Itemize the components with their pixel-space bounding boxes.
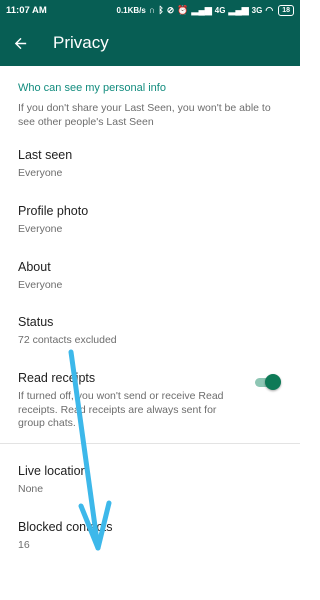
setting-live-location[interactable]: Live location None bbox=[18, 464, 282, 497]
toggle-thumb bbox=[265, 374, 281, 390]
setting-profile-photo[interactable]: Profile photo Everyone bbox=[18, 204, 282, 237]
setting-status[interactable]: Status 72 contacts excluded bbox=[18, 315, 282, 348]
setting-title: Status bbox=[18, 315, 54, 329]
alarm-icon: ⏰ bbox=[177, 4, 189, 15]
wifi-icon: ◠ bbox=[265, 4, 274, 15]
setting-title: About bbox=[18, 260, 51, 274]
setting-description: If turned off, you won't send or receive… bbox=[18, 390, 224, 429]
signal-icon-2: ▂▄▆ bbox=[228, 4, 249, 15]
dnd-icon: ⊘ bbox=[166, 4, 175, 15]
arrow-left-icon bbox=[14, 37, 26, 49]
status-time: 11:07 AM bbox=[6, 4, 47, 16]
net-speed: 0.1KB/s bbox=[116, 5, 146, 15]
setting-title: Profile photo bbox=[18, 204, 89, 218]
setting-title: Blocked contacts bbox=[18, 520, 113, 534]
back-button[interactable] bbox=[0, 20, 40, 66]
setting-value: None bbox=[18, 483, 44, 495]
setting-title: Read receipts bbox=[18, 371, 96, 385]
setting-read-receipts[interactable]: Read receipts If turned off, you won't s… bbox=[18, 371, 244, 431]
headphones-icon: ∩ bbox=[148, 4, 156, 15]
battery-icon: 18 bbox=[278, 4, 294, 16]
page-title: Privacy bbox=[53, 33, 109, 52]
setting-value: Everyone bbox=[18, 279, 63, 291]
section-header: Who can see my personal info bbox=[18, 82, 166, 94]
status-icons: 0.1KB/s ∩ ᛒ ⊘ ⏰ ▂▄▆ 4G ▂▄▆ 3G ◠ 18 bbox=[116, 4, 294, 16]
setting-about[interactable]: About Everyone bbox=[18, 260, 282, 293]
setting-title: Last seen bbox=[18, 148, 73, 162]
app-bar: Privacy bbox=[0, 20, 300, 66]
setting-last-seen[interactable]: Last seen Everyone bbox=[18, 148, 282, 181]
divider bbox=[0, 443, 300, 444]
read-receipts-toggle[interactable] bbox=[255, 374, 281, 390]
signal-icon: ▂▄▆ bbox=[191, 4, 212, 15]
setting-value: 16 bbox=[18, 539, 30, 551]
setting-value: Everyone bbox=[18, 167, 63, 179]
setting-blocked-contacts[interactable]: Blocked contacts 16 bbox=[18, 520, 282, 553]
network-type-2: 3G bbox=[251, 5, 263, 15]
bluetooth-icon: ᛒ bbox=[158, 4, 164, 15]
setting-value: 72 contacts excluded bbox=[18, 334, 117, 346]
status-bar: 11:07 AM 0.1KB/s ∩ ᛒ ⊘ ⏰ ▂▄▆ 4G ▂▄▆ 3G ◠… bbox=[0, 0, 300, 20]
network-type-1: 4G bbox=[214, 5, 226, 15]
setting-title: Live location bbox=[18, 464, 88, 478]
section-description: If you don't share your Last Seen, you w… bbox=[18, 102, 271, 128]
setting-value: Everyone bbox=[18, 223, 63, 235]
